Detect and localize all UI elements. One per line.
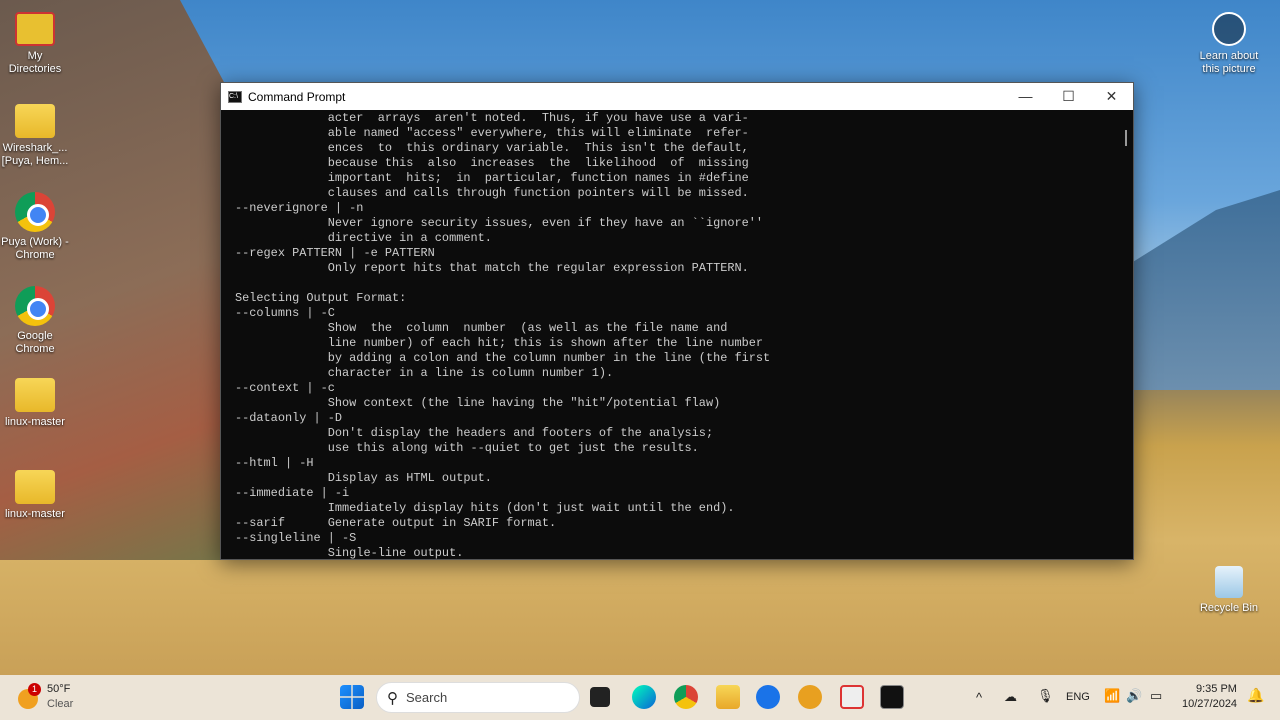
terminal-line: use this along with --quiet to get just … (235, 441, 699, 455)
desktop-icon[interactable]: Google Chrome (0, 286, 70, 356)
desktop-icon-label: linux-master (5, 416, 65, 428)
chevron-up-icon[interactable]: ^ (976, 690, 982, 705)
start-windows-icon[interactable] (340, 685, 364, 709)
language-indicator[interactable]: ENG (1066, 691, 1090, 703)
app-icon-2[interactable] (798, 685, 822, 709)
terminal-line: --regex PATTERN | -e PATTERN (235, 246, 435, 260)
desktop-icon-label: Puya (Work) - Chrome (1, 236, 69, 261)
desktop-icon[interactable]: Puya (Work) - Chrome (0, 192, 70, 262)
command-prompt-window: C:\ Command Prompt — ☐ ✕ acter arrays ar… (220, 82, 1134, 560)
recycle-label: Recycle Bin (1199, 602, 1259, 614)
terminal-line: --immediate | -i (235, 486, 350, 500)
weather-temp: 50°F (47, 683, 71, 695)
learn-label: Learn about this picture (1199, 50, 1259, 75)
terminal-line: Never ignore security issues, even if th… (235, 216, 764, 230)
wallpaper-mountain-right (1120, 190, 1280, 390)
battery-icon[interactable]: ▭ (1150, 688, 1162, 704)
desktop-icon-label: linux-master (5, 508, 65, 520)
terminal-taskbar-icon[interactable] (880, 685, 904, 709)
notification-bell-icon[interactable]: 🔔 (1247, 687, 1264, 704)
terminal-line: --html | -H (235, 456, 314, 470)
weather-desc: Clear (47, 698, 74, 710)
terminal-line: Show context (the line having the "hit"/… (235, 396, 721, 410)
terminal-line: Immediately display hits (don't just wai… (235, 501, 735, 515)
recycle-bin[interactable]: Recycle Bin (1194, 566, 1264, 615)
terminal-output[interactable]: acter arrays aren't noted. Thus, if you … (221, 110, 1117, 559)
folder-icon (15, 104, 55, 138)
minimize-button[interactable]: — (1004, 88, 1047, 105)
scrollbar-thumb[interactable] (1125, 130, 1127, 146)
folder-icon (15, 378, 55, 412)
maximize-button[interactable]: ☐ (1047, 88, 1090, 105)
app-icon[interactable] (756, 685, 780, 709)
terminal-line: character in a line is column number 1). (235, 366, 614, 380)
title-bar[interactable]: C:\ Command Prompt — ☐ ✕ (221, 83, 1133, 110)
close-button[interactable]: ✕ (1090, 88, 1133, 105)
folder-icon (15, 470, 55, 504)
file-explorer-icon[interactable] (716, 685, 740, 709)
desktop-icon[interactable]: Wireshark_... [Puya, Hem... (0, 104, 70, 168)
desktop-icon-label: Wireshark_... [Puya, Hem... (1, 142, 69, 167)
terminal-line: able named "access" everywhere, this wil… (235, 126, 749, 140)
terminal-line: acter arrays aren't noted. Thus, if you … (235, 111, 749, 125)
task-view-icon[interactable] (590, 687, 610, 707)
terminal-line: --sarif Generate output in SARIF format. (235, 516, 557, 530)
terminal-line: Show the column number (as well as the f… (235, 321, 728, 335)
cmd-icon: C:\ (228, 90, 242, 103)
terminal-line: Selecting Output Format: (235, 291, 407, 305)
cloud-icon[interactable]: ☁ (1004, 689, 1017, 705)
snipping-tool-icon[interactable] (840, 685, 864, 709)
clock-time[interactable]: 9:35 PM (1196, 683, 1237, 695)
taskbar: 1 50°F Clear ⚲ Search ^ ☁ 🎙 ENG 📶 🔊 ▭ 9:… (0, 675, 1280, 720)
terminal-line: --neverignore | -n (235, 201, 364, 215)
weather-badge: 1 (28, 683, 41, 696)
chrome-icon (15, 192, 55, 232)
terminal-line: ences to this ordinary variable. This is… (235, 141, 749, 155)
volume-icon[interactable]: 🔊 (1126, 688, 1142, 704)
search-placeholder: Search (406, 690, 448, 705)
window-title: Command Prompt (248, 89, 346, 104)
terminal-line: --context | -c (235, 381, 335, 395)
terminal-line: line number) of each hit; this is shown … (235, 336, 764, 350)
desktop-icon-label: Google Chrome (15, 330, 55, 355)
weather-widget[interactable]: 1 (18, 683, 42, 709)
chrome-icon (15, 286, 55, 326)
terminal-line: --columns | -C (235, 306, 335, 320)
terminal-line: --singleline | -S (235, 531, 357, 545)
wifi-icon[interactable]: 📶 (1104, 688, 1120, 704)
terminal-line: --dataonly | -D (235, 411, 343, 425)
scrollbar[interactable] (1117, 110, 1133, 559)
desktop-icon-label: My Directories (8, 50, 62, 75)
microphone-icon[interactable]: 🎙 (1037, 688, 1054, 704)
desktop-icon[interactable]: My Directories (0, 12, 70, 76)
terminal-line: directive in a comment. (235, 231, 492, 245)
terminal-line: important hits; in particular, function … (235, 171, 749, 185)
search-icon: ⚲ (387, 689, 398, 707)
terminal-line: Single-line output. (235, 546, 464, 559)
terminal-line: because this also increases the likeliho… (235, 156, 749, 170)
terminal-line: Only report hits that match the regular … (235, 261, 749, 275)
app-icon (15, 12, 55, 46)
terminal-line: Don't display the headers and footers of… (235, 426, 714, 440)
info-camera-icon (1212, 12, 1246, 46)
chrome-icon[interactable] (674, 685, 698, 709)
search-box[interactable]: ⚲ Search (376, 682, 580, 713)
recycle-bin-icon (1215, 566, 1243, 598)
terminal-line: clauses and calls through function point… (235, 186, 749, 200)
desktop-icon[interactable]: linux-master (0, 378, 70, 429)
terminal-line: Display as HTML output. (235, 471, 492, 485)
learn-about-picture[interactable]: Learn about this picture (1194, 12, 1264, 76)
desktop-icon[interactable]: linux-master (0, 470, 70, 521)
clock-date[interactable]: 10/27/2024 (1182, 698, 1237, 710)
terminal-line: by adding a colon and the column number … (235, 351, 771, 365)
edge-icon[interactable] (632, 685, 656, 709)
